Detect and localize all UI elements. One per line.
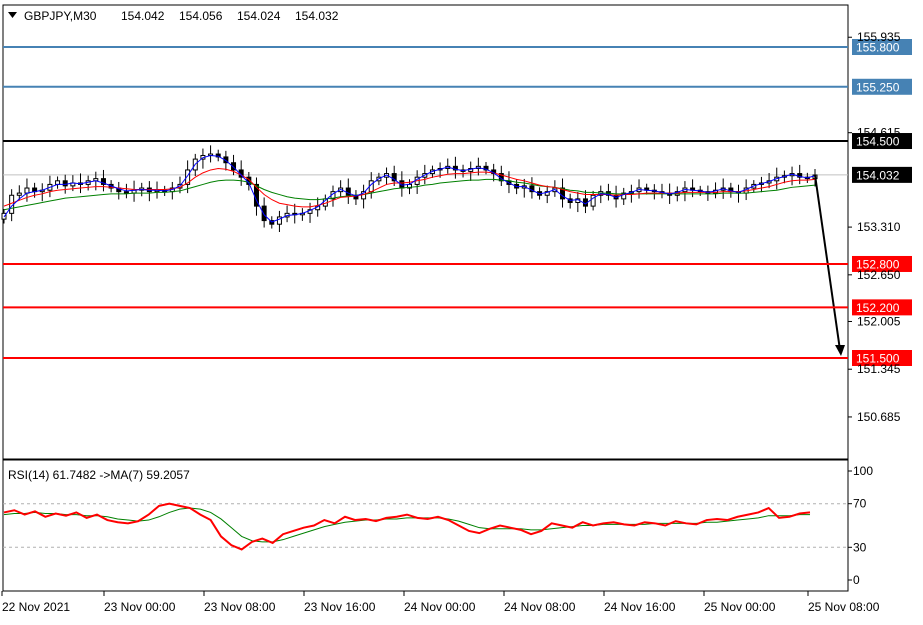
candle-body [62, 180, 68, 187]
rsi-ma-line [3, 507, 810, 543]
price-tick-label: 151.345 [857, 362, 901, 376]
price-tick-label: 152.005 [857, 314, 901, 328]
time-tick-label: 24 Nov 08:00 [504, 600, 576, 614]
time-tick-label: 25 Nov 08:00 [808, 600, 880, 614]
price-tick-label: 150.685 [857, 410, 901, 424]
candle-body [55, 180, 61, 185]
price-tick-label: 155.935 [857, 30, 901, 44]
forecast-arrow-icon [835, 345, 845, 356]
time-tick-label: 23 Nov 16:00 [304, 600, 376, 614]
price-tick-label: 154.615 [857, 126, 901, 140]
rsi-tick-label: 70 [853, 497, 867, 511]
rsi-tick-label: 0 [853, 573, 860, 587]
symbol-label: GBPJPY,M30 [24, 9, 97, 23]
candle-body [345, 187, 351, 196]
rsi-tick-label: 100 [853, 464, 873, 478]
time-tick-label: 23 Nov 00:00 [104, 600, 176, 614]
rsi-layer [3, 502, 848, 551]
current-price-label: 154.032 [856, 168, 900, 182]
time-tick-label: 22 Nov 2021 [2, 600, 70, 614]
price-tick-label: 153.310 [857, 220, 901, 234]
low-value: 154.024 [237, 9, 281, 23]
price-layer [1, 145, 848, 356]
forecast-arrow-line [814, 174, 841, 351]
level-layer: 155.800155.250154.500152.800152.200151.5… [3, 39, 912, 366]
level-label-152.200: 152.200 [856, 301, 900, 315]
axis-layer: 155.935 154.615 153.310 152.650 152.005 151.3… [1, 30, 912, 614]
time-tick-label: 24 Nov 00:00 [404, 600, 476, 614]
price-tick-label: 152.650 [857, 268, 901, 282]
rsi-header: RSI(14) 61.7482 ->MA(7) 59.2057 [8, 468, 190, 482]
candle-body [123, 191, 129, 194]
time-tick-label: 23 Nov 08:00 [204, 600, 276, 614]
rsi-tick-label: 30 [853, 540, 867, 554]
close-value: 154.032 [295, 9, 339, 23]
high-value: 154.056 [179, 9, 223, 23]
candle-body [16, 192, 22, 196]
time-tick-label: 25 Nov 00:00 [704, 600, 776, 614]
open-value: 154.042 [121, 9, 165, 23]
main-plot-frame [2, 4, 849, 460]
candle-body [261, 205, 267, 222]
time-tick-label: 24 Nov 16:00 [604, 600, 676, 614]
level-label-155.250: 155.250 [856, 80, 900, 94]
triangle-down-icon[interactable] [8, 12, 17, 18]
price-chart[interactable]: 155.800155.250154.500152.800152.200151.5… [0, 0, 923, 625]
rsi-line [3, 502, 811, 551]
